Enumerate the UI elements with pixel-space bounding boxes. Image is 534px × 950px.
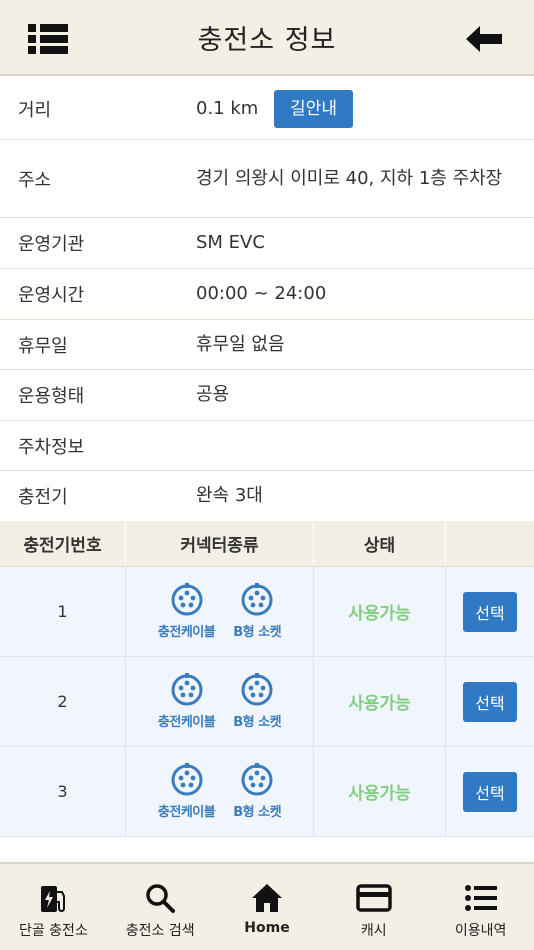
connector-plug-icon — [171, 583, 203, 616]
route-guide-button[interactable]: 길안내 — [274, 89, 353, 128]
nav-home[interactable]: Home — [214, 864, 321, 950]
charger-table: 충전기번호 커넥터종류 상태 1 충전케이블 B형 소켓 사용가능 선택 2 충… — [0, 521, 534, 837]
card-icon — [356, 884, 392, 912]
connector-plug-icon — [171, 673, 203, 706]
list-icon — [464, 885, 497, 911]
info-label: 휴무일 — [18, 335, 68, 357]
page-title: 충전소 정보 — [197, 24, 337, 56]
nav-cash[interactable]: 캐시 — [320, 864, 427, 950]
connector-socket-icon — [241, 583, 273, 616]
select-button[interactable]: 선택 — [463, 681, 517, 722]
nav-favorite-stations[interactable]: 단골 충전소 — [0, 864, 107, 950]
connector-socket-icon — [241, 763, 273, 796]
column-header: 상태 — [314, 521, 446, 566]
info-value: 0.1 km — [196, 97, 259, 119]
charger-number: 1 — [57, 602, 68, 621]
status-badge: 사용가능 — [348, 604, 411, 624]
info-row-address: 주소 경기 의왕시 이미로 40, 지하 1층 주차장 — [0, 140, 534, 218]
connector-plug-icon — [171, 763, 203, 796]
app-header: 충전소 정보 — [0, 0, 534, 76]
info-row-parking: 주차정보 — [0, 421, 534, 471]
column-header — [446, 521, 534, 566]
info-value: 공용 — [196, 384, 230, 405]
home-icon — [251, 884, 282, 912]
nav-station-search[interactable]: 충전소 검색 — [107, 864, 214, 950]
search-icon — [146, 884, 176, 913]
info-row-chargers: 충전기 완속 3대 — [0, 471, 534, 521]
nav-history[interactable]: 이용내역 — [427, 864, 534, 950]
info-value: SM EVC — [196, 232, 265, 253]
info-label: 주차정보 — [18, 436, 85, 458]
select-button[interactable]: 선택 — [463, 591, 517, 632]
connector-socket: B형 소켓 — [233, 763, 282, 820]
table-row: 2 충전케이블 B형 소켓 사용가능 선택 — [0, 657, 534, 747]
bottom-nav: 단골 충전소 충전소 검색 Home 캐시 이용내역 — [0, 862, 534, 950]
info-label: 충전기 — [18, 487, 68, 508]
connector-cable: 충전케이블 — [158, 673, 216, 730]
connector-cable: 충전케이블 — [158, 583, 216, 640]
list-menu-icon[interactable] — [26, 22, 70, 56]
info-row-holiday: 휴무일 휴무일 없음 — [0, 320, 534, 370]
select-button[interactable]: 선택 — [463, 771, 517, 812]
table-row: 3 충전케이블 B형 소켓 사용가능 선택 — [0, 747, 534, 837]
info-label: 거리 — [18, 99, 52, 121]
info-row-type: 운용형태 공용 — [0, 370, 534, 421]
table-row: 1 충전케이블 B형 소켓 사용가능 선택 — [0, 567, 534, 657]
info-row-hours: 운영시간 00:00 ~ 24:00 — [0, 269, 534, 320]
connector-socket: B형 소켓 — [233, 673, 282, 730]
table-header: 충전기번호 커넥터종류 상태 — [0, 521, 534, 567]
column-header: 충전기번호 — [0, 521, 126, 566]
info-label: 주소 — [18, 169, 52, 191]
info-label: 운영기관 — [18, 234, 85, 255]
connector-socket-icon — [241, 673, 273, 706]
column-header: 커넥터종류 — [126, 521, 314, 566]
info-label: 운용형태 — [18, 386, 85, 407]
charging-station-icon — [41, 886, 66, 913]
info-value: 경기 의왕시 이미로 40, 지하 1층 주차장 — [196, 167, 503, 189]
connector-socket: B형 소켓 — [233, 583, 282, 640]
info-value: 휴무일 없음 — [196, 333, 285, 355]
info-value: 완속 3대 — [196, 485, 263, 506]
info-row-operator: 운영기관 SM EVC — [0, 218, 534, 269]
charger-number: 3 — [57, 782, 68, 801]
info-value: 00:00 ~ 24:00 — [196, 283, 327, 304]
status-badge: 사용가능 — [348, 694, 411, 714]
connector-cable: 충전케이블 — [158, 763, 216, 820]
status-badge: 사용가능 — [348, 784, 411, 804]
info-label: 운영시간 — [18, 285, 85, 306]
info-row-distance: 거리 0.1 km 길안내 — [0, 78, 534, 140]
station-info: 거리 0.1 km 길안내 주소 경기 의왕시 이미로 40, 지하 1층 주차… — [0, 78, 534, 521]
arrow-left-icon[interactable] — [464, 24, 504, 54]
charger-number: 2 — [57, 692, 68, 711]
